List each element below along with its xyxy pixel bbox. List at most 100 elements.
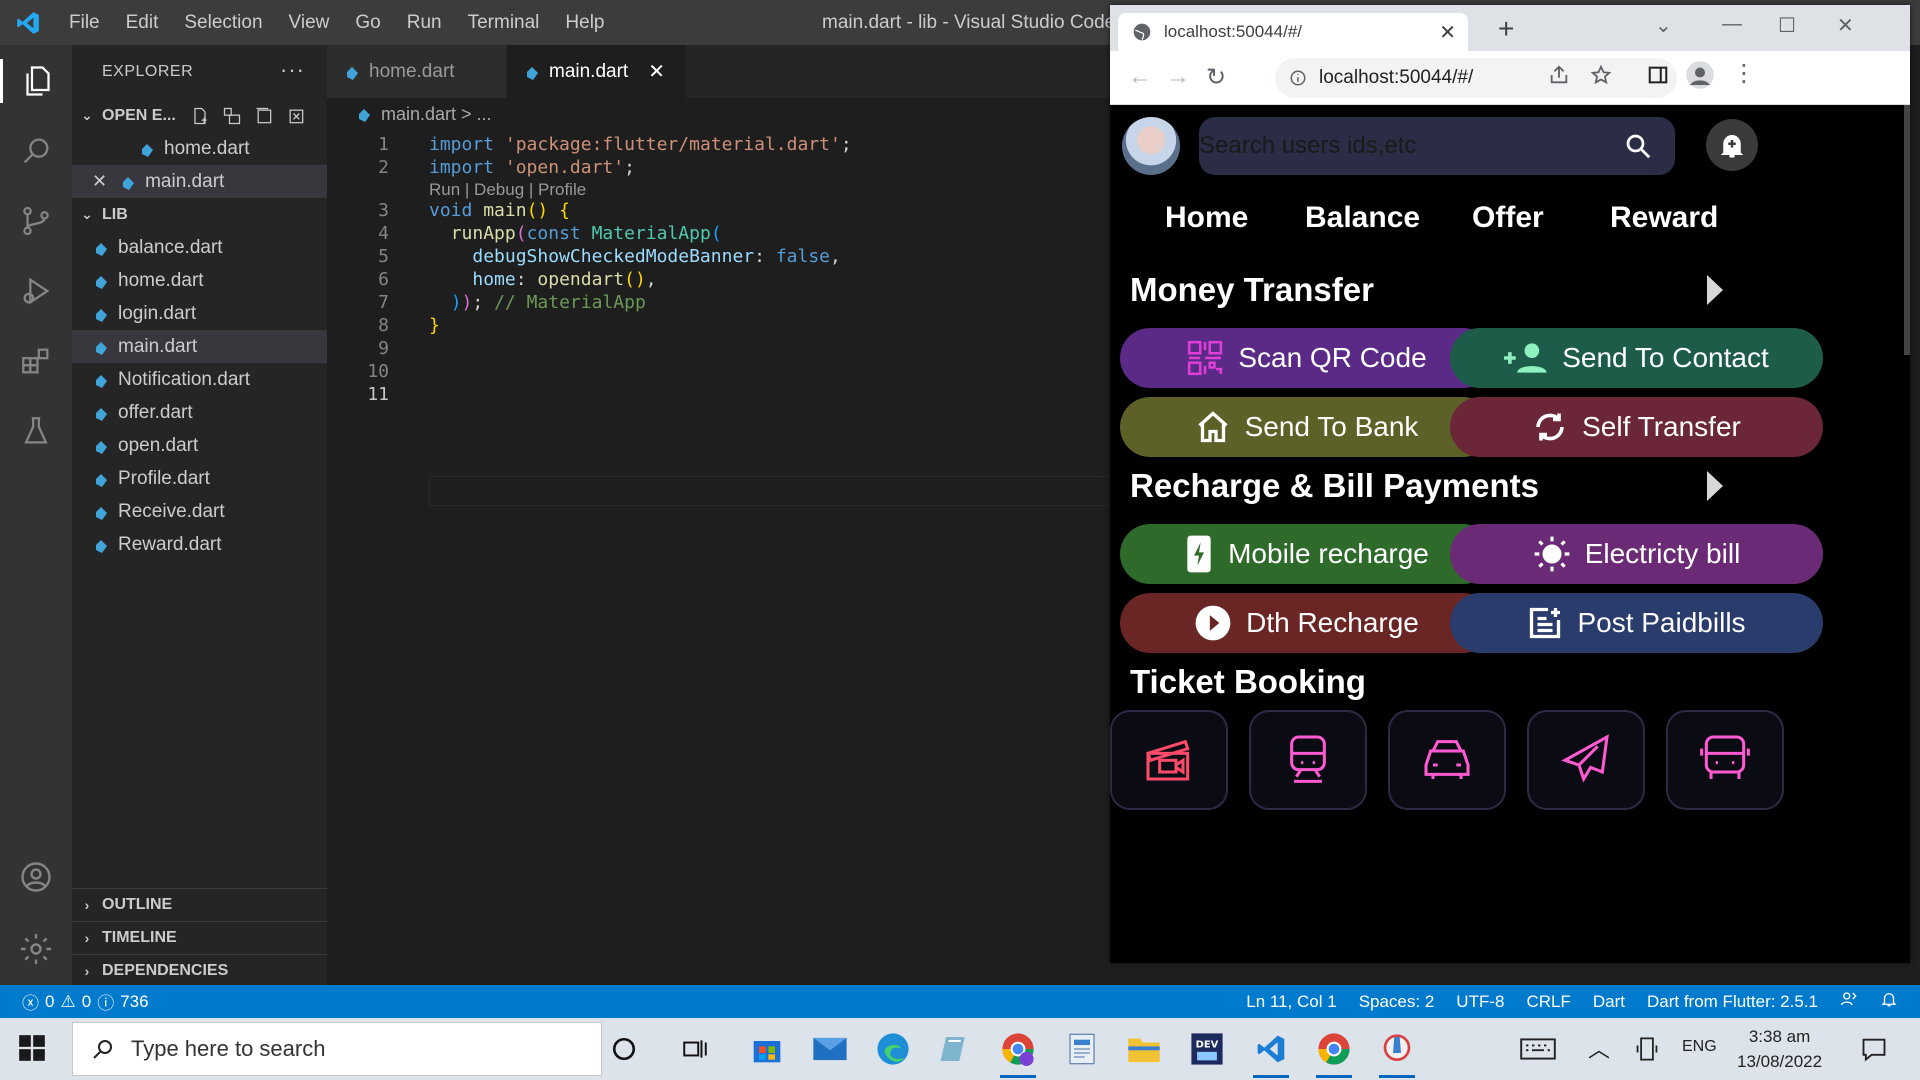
recharge-arrow-icon[interactable] xyxy=(1707,471,1723,501)
document-app-icon[interactable] xyxy=(1060,1027,1104,1071)
tab-main-dart[interactable]: main.dart ✕ xyxy=(507,45,687,98)
close-tab-icon[interactable]: ✕ xyxy=(648,59,665,84)
tray-chevron-up-icon[interactable]: ︿ xyxy=(1588,1032,1610,1064)
notes-app-icon[interactable] xyxy=(932,1027,976,1071)
menu-terminal[interactable]: Terminal xyxy=(455,0,553,45)
close-window-icon[interactable]: ✕ xyxy=(1837,13,1854,38)
browser-tab[interactable]: localhost:50044/#/ ✕ xyxy=(1118,13,1468,51)
bookmark-star-icon[interactable] xyxy=(1590,64,1612,91)
bus-ticket-tile[interactable] xyxy=(1666,710,1784,810)
timeline-section[interactable]: › TIMELINE xyxy=(72,921,327,954)
money-transfer-arrow-icon[interactable] xyxy=(1707,275,1723,305)
file-item[interactable]: login.dart xyxy=(72,297,327,330)
chrome-taskbar-icon[interactable] xyxy=(1312,1027,1356,1078)
send-to-contact-button[interactable]: Send To Contact xyxy=(1450,328,1823,388)
save-all-icon[interactable] xyxy=(254,106,274,126)
menu-file[interactable]: File xyxy=(56,0,113,45)
edge-icon[interactable] xyxy=(871,1027,915,1071)
search-input[interactable] xyxy=(1199,132,1619,160)
train-ticket-tile[interactable] xyxy=(1249,710,1367,810)
feedback-icon[interactable] xyxy=(1829,990,1869,1013)
more-actions-icon[interactable]: ··· xyxy=(280,57,305,83)
add-notification-icon[interactable] xyxy=(1706,119,1758,171)
nav-reward[interactable]: Reward xyxy=(1610,201,1718,235)
dth-recharge-button[interactable]: Dth Recharge xyxy=(1120,593,1493,653)
encoding[interactable]: UTF-8 xyxy=(1445,992,1515,1012)
language-mode[interactable]: Dart xyxy=(1582,992,1636,1012)
taskbar-clock[interactable]: 3:38 am 13/08/2022 xyxy=(1737,1024,1822,1074)
more-menu-icon[interactable]: ⋮ xyxy=(1732,59,1756,88)
device-icon[interactable] xyxy=(1636,1036,1658,1067)
close-icon[interactable]: ✕ xyxy=(92,171,107,192)
outline-section[interactable]: › OUTLINE xyxy=(72,888,327,921)
nav-offer[interactable]: Offer xyxy=(1472,201,1544,235)
user-avatar[interactable] xyxy=(1122,117,1180,175)
menu-view[interactable]: View xyxy=(276,0,343,45)
menu-selection[interactable]: Selection xyxy=(171,0,275,45)
share-icon[interactable] xyxy=(1548,64,1570,91)
forward-arrow-icon[interactable]: → xyxy=(1166,63,1190,91)
new-file-icon[interactable] xyxy=(190,106,210,126)
flight-ticket-tile[interactable] xyxy=(1527,710,1645,810)
menu-help[interactable]: Help xyxy=(552,0,617,45)
file-item[interactable]: Reward.dart xyxy=(72,528,327,561)
cursor-position[interactable]: Ln 11, Col 1 xyxy=(1235,992,1347,1012)
maximize-icon[interactable]: ☐ xyxy=(1778,13,1796,38)
code-lens[interactable]: Run | Debug | Profile xyxy=(429,180,586,200)
flutter-sdk[interactable]: Dart from Flutter: 2.5.1 xyxy=(1636,992,1829,1012)
extensions-icon[interactable] xyxy=(14,339,58,383)
app-scrollbar[interactable] xyxy=(1904,105,1910,355)
tab-home-dart[interactable]: home.dart xyxy=(327,45,507,98)
file-item[interactable]: Profile.dart xyxy=(72,462,327,495)
reload-icon[interactable]: ↻ xyxy=(1206,63,1226,92)
profile-avatar-icon[interactable] xyxy=(1685,60,1715,95)
close-all-icon[interactable] xyxy=(286,106,306,126)
search-icon[interactable] xyxy=(1623,131,1653,166)
menu-run[interactable]: Run xyxy=(394,0,455,45)
task-view-icon[interactable] xyxy=(673,1027,717,1071)
scan-qr-button[interactable]: Scan QR Code xyxy=(1120,328,1493,388)
tab-search-chevron-icon[interactable]: ⌄ xyxy=(1655,13,1672,38)
nav-home[interactable]: Home xyxy=(1165,201,1248,235)
file-item[interactable]: offer.dart xyxy=(72,396,327,429)
menu-go[interactable]: Go xyxy=(342,0,393,45)
nav-balance[interactable]: Balance xyxy=(1305,201,1420,235)
back-arrow-icon[interactable]: ← xyxy=(1128,63,1152,91)
menu-edit[interactable]: Edit xyxy=(113,0,172,45)
run-debug-icon[interactable] xyxy=(14,269,58,313)
file-explorer-icon[interactable] xyxy=(1122,1027,1166,1071)
new-folder-icon[interactable] xyxy=(222,106,242,126)
chrome-profile-icon[interactable] xyxy=(996,1027,1040,1078)
file-item[interactable]: open.dart xyxy=(72,429,327,462)
testing-flask-icon[interactable] xyxy=(14,409,58,453)
cortana-icon[interactable] xyxy=(602,1027,646,1071)
open-editor-item[interactable]: home.dart xyxy=(72,132,327,165)
address-bar[interactable]: localhost:50044/#/ xyxy=(1275,58,1677,98)
file-item[interactable]: home.dart xyxy=(72,264,327,297)
microsoft-store-icon[interactable] xyxy=(745,1027,789,1071)
side-panel-icon[interactable] xyxy=(1647,64,1669,91)
breadcrumb[interactable]: main.dart > ... xyxy=(327,98,1110,130)
electricity-bill-button[interactable]: Electricty bill xyxy=(1450,524,1823,584)
keyboard-icon[interactable] xyxy=(1520,1035,1556,1068)
vscode-taskbar-icon[interactable] xyxy=(1249,1027,1293,1078)
close-tab-icon[interactable]: ✕ xyxy=(1439,20,1456,45)
movie-ticket-tile[interactable] xyxy=(1110,710,1228,810)
open-editor-item[interactable]: ✕ main.dart xyxy=(72,165,327,198)
problems-indicator[interactable]: ⓧ 0 ⚠ 0 ⓘ 736 xyxy=(0,989,160,1014)
site-info-icon[interactable] xyxy=(1289,69,1307,87)
file-item[interactable]: balance.dart xyxy=(72,231,327,264)
mobile-recharge-button[interactable]: Mobile recharge xyxy=(1120,524,1493,584)
post-paid-bills-button[interactable]: Post Paidbills xyxy=(1450,593,1823,653)
search-icon[interactable] xyxy=(14,129,58,173)
language-indicator[interactable]: ENG xyxy=(1682,1038,1717,1056)
file-item[interactable]: Notification.dart xyxy=(72,363,327,396)
file-item[interactable]: main.dart xyxy=(72,330,327,363)
notification-bell-icon[interactable] xyxy=(1869,990,1920,1013)
account-icon[interactable] xyxy=(14,855,58,899)
car-ticket-tile[interactable] xyxy=(1388,710,1506,810)
lib-folder-header[interactable]: ⌄ LIB xyxy=(72,198,327,231)
send-to-bank-button[interactable]: Send To Bank xyxy=(1120,397,1493,457)
taskbar-search-box[interactable]: Type here to search xyxy=(72,1022,602,1076)
dependencies-section[interactable]: › DEPENDENCIES xyxy=(72,954,327,987)
